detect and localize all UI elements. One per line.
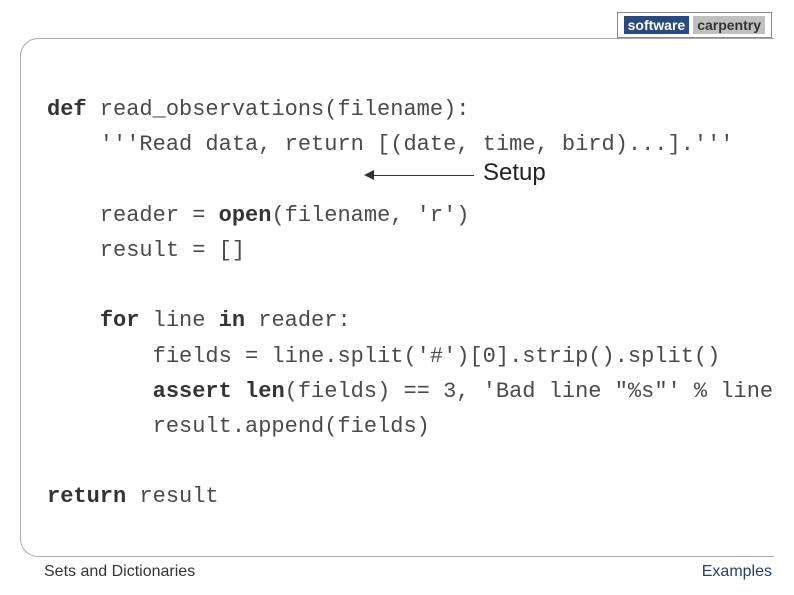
code-line-7c: line	[139, 308, 218, 333]
code-line-4a: reader =	[47, 203, 219, 228]
code-line-7a	[47, 308, 100, 333]
slide-frame: def read_observations(filename): '''Read…	[20, 38, 774, 557]
code-line-9c	[232, 379, 245, 404]
code-line-1: read_observations(filename):	[87, 97, 470, 122]
kw-for: for	[100, 308, 140, 333]
kw-assert: assert	[153, 379, 232, 404]
code-line-5: result = []	[47, 238, 245, 263]
annotation-arrow-line	[374, 175, 474, 176]
annotation-arrow-head-icon	[364, 170, 374, 180]
code-block: def read_observations(filename): '''Read…	[47, 57, 774, 550]
code-line-7e: reader:	[245, 308, 351, 333]
kw-def: def	[47, 97, 87, 122]
code-line-10: result.append(fields)	[47, 414, 430, 439]
annotation-label: Setup	[483, 159, 546, 187]
kw-return: return	[47, 484, 126, 509]
code-line-9e: (fields) == 3, 'Bad line "%s"' % line	[285, 379, 773, 404]
logo: software carpentry	[617, 12, 772, 38]
footer-left: Sets and Dictionaries	[44, 563, 195, 581]
code-line-4c: (filename, 'r')	[271, 203, 469, 228]
logo-carpentry: carpentry	[693, 16, 765, 34]
kw-open: open	[219, 203, 272, 228]
code-line-8: fields = line.split('#')[0].strip().spli…	[47, 344, 720, 369]
footer-right: Examples	[702, 563, 772, 581]
kw-len: len	[245, 379, 285, 404]
code-line-12b: result	[126, 484, 218, 509]
code-line-2: '''Read data, return [(date, time, bird)…	[47, 132, 734, 157]
code-line-9a	[47, 379, 153, 404]
kw-in: in	[219, 308, 245, 333]
logo-software: software	[624, 16, 690, 34]
